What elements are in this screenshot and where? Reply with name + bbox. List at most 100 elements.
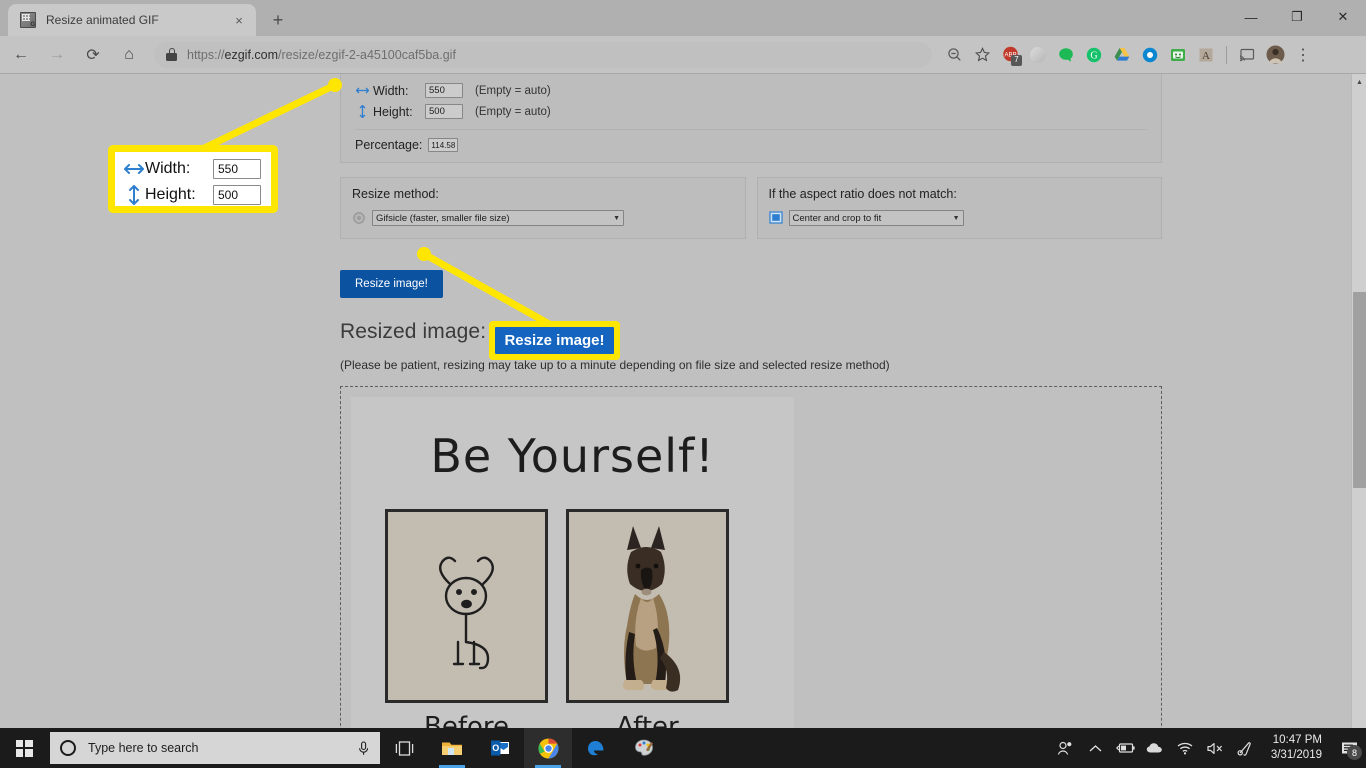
url-host: ezgif.com xyxy=(224,47,279,62)
svg-text:G: G xyxy=(1090,50,1097,61)
extension-robot-icon[interactable] xyxy=(1164,41,1192,69)
vertical-arrow-icon xyxy=(355,105,369,118)
german-shepherd-photo xyxy=(622,526,681,692)
windows-logo-icon xyxy=(15,739,33,757)
caption-before-line1: Before xyxy=(423,712,509,728)
cast-icon[interactable] xyxy=(1233,41,1261,69)
close-window-icon[interactable]: ✕ xyxy=(1320,0,1366,34)
aspect-ratio-panel: If the aspect ratio does not match: Cent… xyxy=(756,177,1162,239)
options-row: Resize method: Gifsicle (faster, smaller… xyxy=(340,177,1162,239)
width-input[interactable] xyxy=(425,83,463,98)
back-icon[interactable]: ← xyxy=(6,40,36,70)
browser-tab[interactable]: G Resize animated GIF × xyxy=(8,4,256,36)
new-tab-button[interactable]: + xyxy=(266,8,290,32)
extension-green-bubble-icon[interactable] xyxy=(1052,41,1080,69)
callout-height-label: Height: xyxy=(145,186,196,203)
search-placeholder: Type here to search xyxy=(88,741,199,755)
url-path: /resize/ezgif-2-a45100caf5ba.gif xyxy=(278,47,456,62)
people-icon[interactable] xyxy=(1050,728,1080,768)
extension-gray-icon[interactable] xyxy=(1024,41,1052,69)
extension-blue-ring-icon[interactable] xyxy=(1136,41,1164,69)
outlook-icon[interactable]: O xyxy=(476,728,524,768)
resized-image-heading: Resized image: xyxy=(340,320,487,343)
aspect-ratio-select[interactable]: Center and crop to fit ▼ xyxy=(788,210,964,226)
gif-panels xyxy=(385,509,729,703)
callout-box-dimensions: Width: Height: xyxy=(108,145,278,213)
tab-strip: G Resize animated GIF × + — ❐ ✕ xyxy=(0,0,1366,36)
caption-after-line1: After xyxy=(616,712,679,728)
horizontal-arrow-icon xyxy=(123,163,145,175)
adobe-acrobat-icon[interactable]: A xyxy=(1192,41,1220,69)
show-hidden-icons-chevron[interactable] xyxy=(1080,728,1110,768)
callout-height-input[interactable] xyxy=(213,185,261,205)
notification-badge-count: 8 xyxy=(1347,745,1362,760)
volume-muted-icon[interactable] xyxy=(1200,728,1230,768)
callout-width-input[interactable] xyxy=(213,159,261,179)
maximize-icon[interactable]: ❐ xyxy=(1274,0,1320,34)
aspect-ratio-row: Center and crop to fit ▼ xyxy=(768,210,1151,226)
minimize-icon[interactable]: — xyxy=(1228,0,1274,34)
gif-pane-after xyxy=(566,509,729,703)
resize-method-select[interactable]: Gifsicle (faster, smaller file size) ▼ xyxy=(372,210,624,226)
svg-text:O: O xyxy=(492,743,499,753)
pen-workspace-icon[interactable] xyxy=(1230,728,1260,768)
forward-icon[interactable]: → xyxy=(42,40,72,70)
taskbar-search-box[interactable]: Type here to search xyxy=(50,732,380,764)
resized-gif-image[interactable]: Be Yourself! Before After xyxy=(351,397,794,728)
window-controls: — ❐ ✕ xyxy=(1228,0,1366,34)
onedrive-icon[interactable] xyxy=(1140,728,1170,768)
height-input[interactable] xyxy=(425,104,463,119)
action-center-button[interactable]: 8 xyxy=(1332,728,1366,768)
resize-image-button[interactable]: Resize image! xyxy=(340,270,443,298)
profile-avatar-icon[interactable] xyxy=(1261,41,1289,69)
page-scrollbar[interactable]: ▲ xyxy=(1351,74,1366,728)
scroll-up-arrow-icon[interactable]: ▲ xyxy=(1352,74,1366,91)
bookmark-star-icon[interactable] xyxy=(968,41,996,69)
file-explorer-icon[interactable] xyxy=(428,728,476,768)
page-content: Width: (Empty = auto) Height: (Empty = a… xyxy=(340,74,1162,728)
percentage-row: Percentage: xyxy=(355,138,1147,152)
width-label: Width: xyxy=(373,83,409,98)
microphone-icon[interactable] xyxy=(356,740,370,756)
close-icon[interactable]: × xyxy=(230,11,248,29)
home-icon[interactable]: ⌂ xyxy=(114,40,144,70)
width-row: Width: (Empty = auto) xyxy=(355,80,1147,101)
chrome-menu-icon[interactable]: ⋮ xyxy=(1289,41,1317,69)
zoom-out-icon[interactable] xyxy=(940,41,968,69)
screen: G Resize animated GIF × + — ❐ ✕ ← → ⟳ ⌂ xyxy=(0,0,1366,768)
callout-width-row: Width: xyxy=(123,156,263,182)
grammarly-extension-icon[interactable]: G xyxy=(1080,41,1108,69)
chrome-icon[interactable] xyxy=(524,728,572,768)
reload-icon[interactable]: ⟳ xyxy=(78,40,108,70)
callout-width-label: Width: xyxy=(145,160,191,177)
start-button[interactable] xyxy=(0,728,48,768)
gif-title-text: Be Yourself! xyxy=(430,429,715,483)
resized-image-container: Be Yourself! Before After xyxy=(340,386,1162,728)
google-drive-icon[interactable] xyxy=(1108,41,1136,69)
resize-method-panel: Resize method: Gifsicle (faster, smaller… xyxy=(340,177,746,239)
gif-file-icon: G xyxy=(20,12,36,28)
taskbar-clock[interactable]: 10:47 PM 3/31/2019 xyxy=(1260,733,1332,763)
edge-icon[interactable] xyxy=(572,728,620,768)
height-hint: (Empty = auto) xyxy=(475,105,551,118)
tab-title: Resize animated GIF xyxy=(46,13,159,27)
wifi-icon[interactable] xyxy=(1170,728,1200,768)
battery-icon[interactable] xyxy=(1110,728,1140,768)
svg-text:A: A xyxy=(1202,50,1210,62)
chevron-down-icon: ▼ xyxy=(613,214,620,222)
address-bar-url: https://ezgif.com/resize/ezgif-2-a45100c… xyxy=(187,48,456,62)
callout-height-row: Height: xyxy=(123,182,263,208)
address-bar[interactable]: https://ezgif.com/resize/ezgif-2-a45100c… xyxy=(154,41,932,68)
percentage-input[interactable] xyxy=(428,138,459,152)
clock-time: 10:47 PM xyxy=(1272,734,1322,746)
callout-resize-image-button[interactable]: Resize image! xyxy=(495,327,614,354)
task-view-icon[interactable] xyxy=(380,728,428,768)
resize-method-label: Resize method: xyxy=(352,187,439,201)
resize-method-value: Gifsicle (faster, smaller file size) xyxy=(376,212,510,224)
adblock-extension-icon[interactable]: ABP 7 xyxy=(996,41,1024,69)
horizontal-arrow-icon xyxy=(355,86,369,95)
scrollbar-thumb[interactable] xyxy=(1353,292,1366,488)
windows-taskbar: Type here to search O 10:47 PM 3/31/2019… xyxy=(0,728,1366,768)
paint-icon[interactable] xyxy=(620,728,668,768)
toolbar-divider xyxy=(1226,45,1227,64)
